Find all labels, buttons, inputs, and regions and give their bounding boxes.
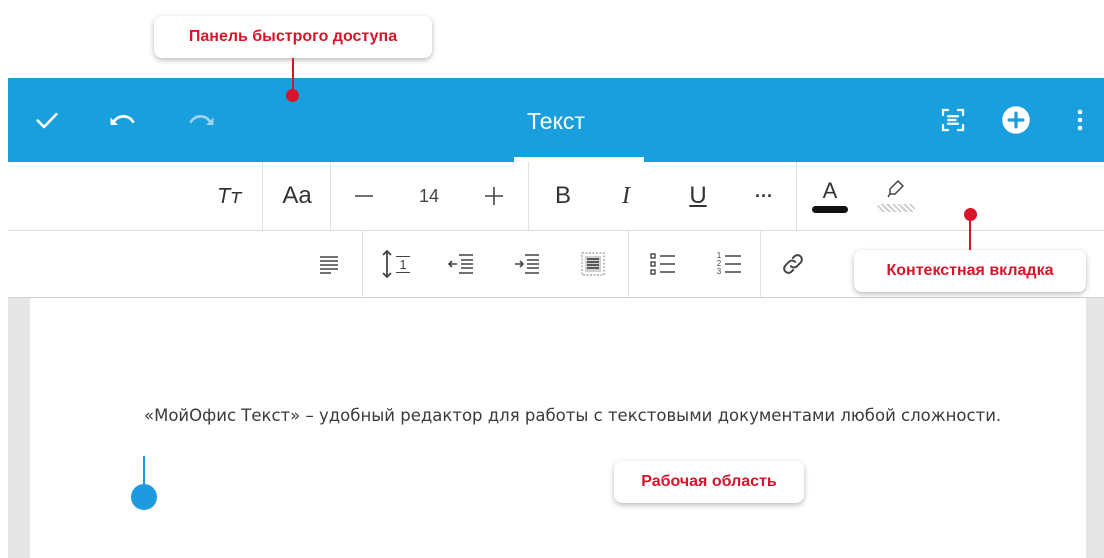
quick-access-bar: Текст [8, 78, 1104, 162]
quick-access-pointer-dot [286, 89, 299, 102]
decrease-indent-icon [447, 254, 473, 274]
toolbar-separator [528, 162, 529, 230]
context-tab-callout: Контекстная вкладка [854, 250, 1086, 292]
underline-button[interactable]: U [678, 176, 718, 216]
list-number-3: 3 [716, 267, 722, 276]
app-screen: Текст Тт Aa 14 B I U ··· A 1 1 2 3 «МойО… [0, 0, 1104, 558]
decrease-indent-button[interactable] [442, 245, 480, 283]
text-wrap-icon [581, 252, 605, 276]
minus-icon [355, 195, 373, 197]
add-button[interactable] [1001, 105, 1031, 135]
increase-indent-icon [515, 254, 539, 274]
numbered-list-button[interactable]: 1 2 3 [710, 245, 748, 283]
quick-access-pointer-line [292, 58, 294, 92]
highlight-color-button[interactable] [874, 170, 918, 220]
italic-label: I [622, 182, 630, 209]
line-spacing-button[interactable]: 1 [374, 245, 416, 283]
more-vertical-icon [1077, 109, 1083, 131]
line-spacing-value: 1 [396, 255, 410, 273]
more-label: ··· [755, 185, 773, 206]
link-icon [783, 254, 803, 274]
document-text[interactable]: «МойОфис Текст» – удобный редактор для р… [144, 404, 1034, 428]
toolbar-separator [796, 162, 797, 230]
font-color-label: A [822, 177, 838, 203]
font-label: Aa [282, 182, 312, 209]
cursor-stem [143, 456, 145, 486]
font-color-swatch [812, 205, 848, 213]
text-style-label: Тт [218, 184, 242, 208]
line-spacing-icon [382, 249, 393, 279]
add-icon [1002, 106, 1030, 134]
toolbar-separator [628, 231, 629, 297]
bulleted-list-button[interactable] [644, 245, 682, 283]
quick-access-callout: Панель быстрого доступа [154, 16, 432, 58]
document-page[interactable]: «МойОфис Текст» – удобный редактор для р… [30, 298, 1086, 558]
numbered-list-icon: 1 2 3 [716, 252, 742, 276]
insert-link-button[interactable] [774, 245, 812, 283]
text-style-button[interactable]: Тт [208, 176, 252, 216]
align-button[interactable] [310, 245, 348, 283]
bulleted-list-icon [650, 253, 675, 275]
plus-icon [485, 187, 503, 205]
font-color-button[interactable]: A [808, 170, 852, 220]
context-tab-pointer-line [969, 214, 971, 250]
bold-label: B [554, 182, 571, 209]
scan-text-icon [941, 108, 965, 132]
toolbar-separator [262, 162, 263, 230]
workspace: «МойОфис Текст» – удобный редактор для р… [8, 298, 1104, 558]
font-button[interactable]: Aa [272, 176, 322, 216]
cursor-handle[interactable] [131, 484, 157, 510]
bold-button[interactable]: B [543, 176, 583, 216]
font-size-field[interactable]: 14 [408, 176, 450, 216]
workspace-callout: Рабочая область [614, 461, 804, 503]
align-justify-icon [320, 256, 338, 274]
toolbar-separator [760, 231, 761, 297]
more-formatting-button[interactable]: ··· [744, 176, 784, 216]
highlighter-icon [887, 180, 904, 198]
font-size-value: 14 [418, 185, 440, 206]
increase-font-size-button[interactable] [474, 176, 514, 216]
scan-text-button[interactable] [938, 105, 968, 135]
italic-button[interactable]: I [606, 176, 646, 216]
toolbar-separator [330, 162, 331, 230]
highlight-color-swatch [877, 204, 915, 212]
formatting-toolbar: Тт Aa 14 B I U ··· A [8, 162, 1104, 231]
increase-indent-button[interactable] [508, 245, 546, 283]
underline-label: U [689, 182, 707, 209]
decrease-font-size-button[interactable] [344, 176, 384, 216]
toolbar-separator [362, 231, 363, 297]
more-menu-button[interactable] [1070, 105, 1090, 135]
text-wrap-button[interactable] [574, 245, 612, 283]
